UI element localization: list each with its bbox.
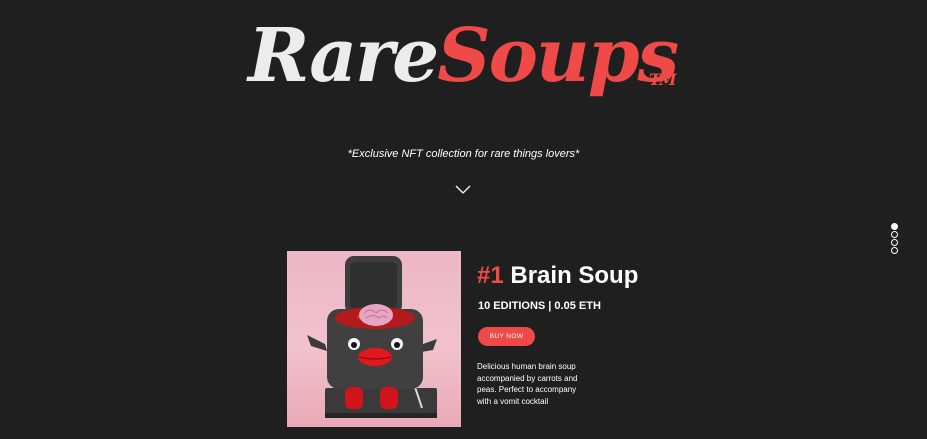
buy-now-button[interactable]: BUY NOW xyxy=(478,327,535,346)
product-name: Brain Soup xyxy=(510,262,639,289)
pagination-dot-1[interactable] xyxy=(891,223,898,230)
brand-logo[interactable]: RareSoups TM xyxy=(248,6,679,106)
pagination-dot-3[interactable] xyxy=(891,239,898,246)
product-editions-price: 10 EDITIONS | 0.05 ETH xyxy=(478,300,601,312)
logo-trademark: TM xyxy=(649,70,677,89)
landing-page: RareSoups TM *Exclusive NFT collection f… xyxy=(0,0,927,439)
scroll-down-button[interactable] xyxy=(455,180,471,194)
logo-rare-text: Rare xyxy=(248,13,439,99)
pagination-dot-4[interactable] xyxy=(891,247,898,254)
product-description: Delicious human brain soup accompanied b… xyxy=(477,362,578,406)
product-number: #1 xyxy=(477,262,504,289)
chevron-down-icon xyxy=(455,185,471,194)
pagination-dot-2[interactable] xyxy=(891,231,898,238)
hero-tagline: *Exclusive NFT collection for rare thing… xyxy=(347,148,580,160)
logo-soups-text: Soups xyxy=(437,13,679,99)
product-image xyxy=(287,251,461,427)
section-pagination xyxy=(891,223,899,255)
product-title: #1 Brain Soup xyxy=(477,262,638,290)
brain-soup-character-illustration xyxy=(307,256,437,418)
